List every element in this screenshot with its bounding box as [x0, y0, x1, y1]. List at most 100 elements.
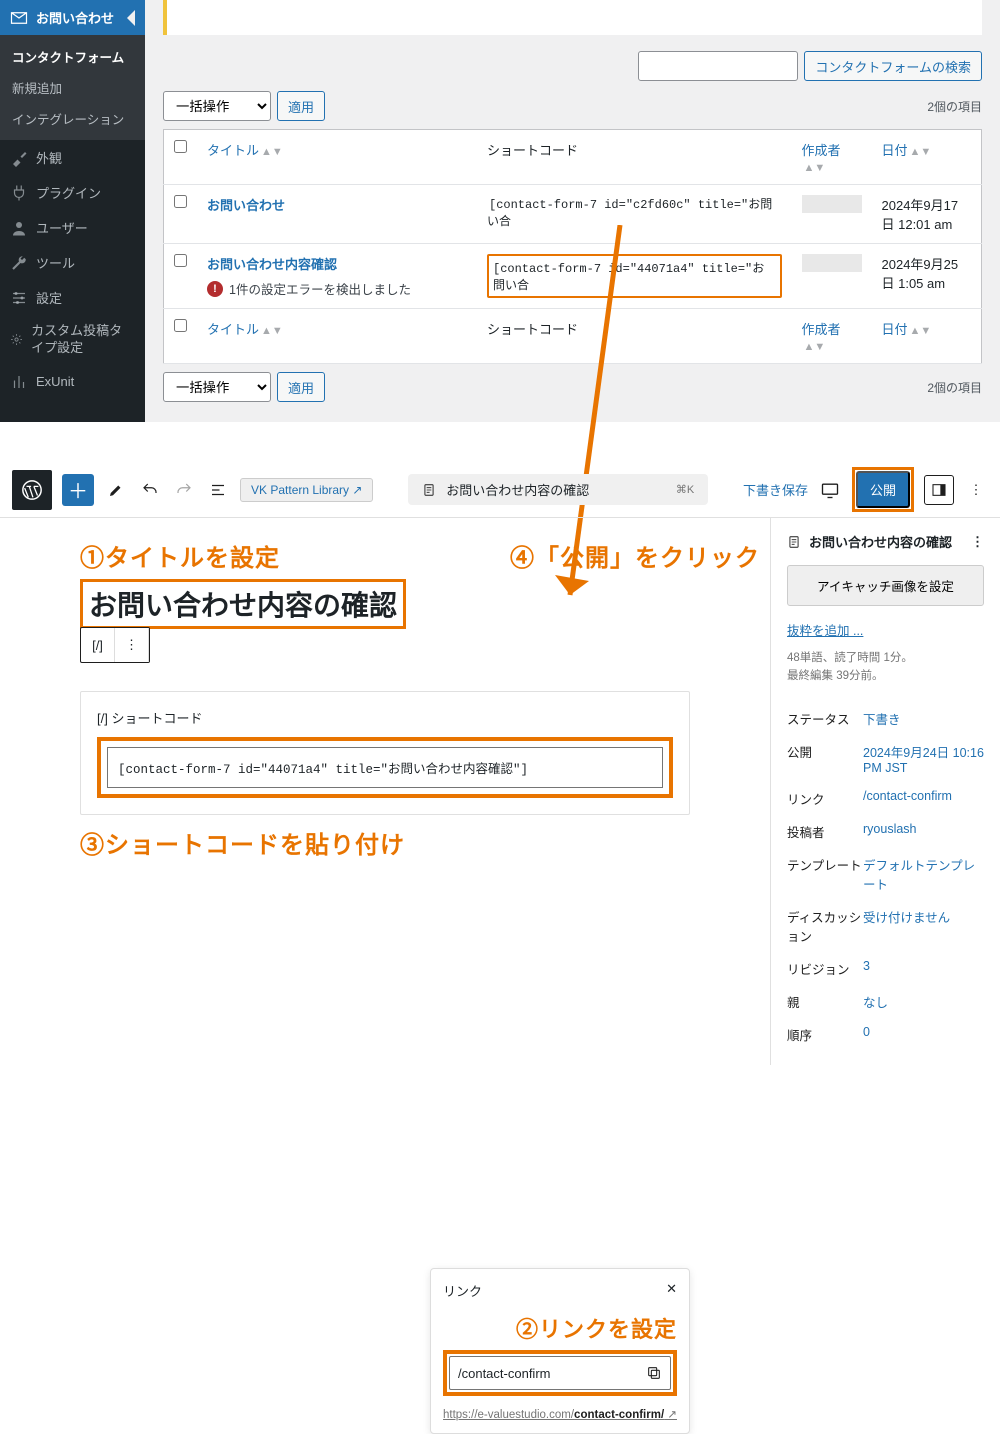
col-date[interactable]: 日付▲▼	[882, 143, 932, 158]
submenu-integration[interactable]: インテグレーション	[0, 103, 145, 134]
link-input[interactable]: /contact-confirm	[449, 1356, 671, 1390]
active-arrow-icon	[127, 10, 135, 26]
meta-value[interactable]: 3	[863, 959, 984, 978]
sidebar-item-users[interactable]: ユーザー	[0, 210, 145, 245]
block-icon[interactable]: [/]	[81, 628, 115, 662]
config-error: !1件の設定エラーを検出しました	[207, 279, 467, 298]
meta-row: 投稿者ryouslash	[787, 815, 984, 848]
sidebar-toggle-button[interactable]	[924, 475, 954, 505]
sidebar-label: お問い合わせ	[36, 8, 114, 27]
document-outline-icon[interactable]	[206, 478, 230, 502]
block-toolbar[interactable]: [/] ⋮	[80, 627, 150, 663]
word-count-text: 48単語、読了時間 1分。 最終編集 39分前。	[787, 649, 984, 686]
meta-value[interactable]: 下書き	[863, 709, 984, 728]
link-popover: リンク✕ ②リンクを設定 /contact-confirm https://e-…	[430, 1268, 690, 1434]
shortcode-text[interactable]: [contact-form-7 id="c2fd60c" title="お問い合	[487, 196, 772, 231]
copy-icon[interactable]	[646, 1365, 662, 1381]
plug-icon	[10, 184, 28, 202]
edit-tool-icon[interactable]	[104, 478, 128, 502]
apply-button[interactable]: 適用	[277, 91, 325, 121]
document-title: お問い合わせ内容の確認	[446, 480, 589, 499]
shortcode-textarea[interactable]: [contact-form-7 id="44071a4" title="お問い合…	[107, 747, 663, 788]
meta-value[interactable]: なし	[863, 992, 984, 1011]
more-icon[interactable]: ⋮	[971, 534, 984, 550]
sidebar-label: 外観	[36, 148, 62, 167]
col-date[interactable]: 日付▲▼	[882, 322, 932, 337]
meta-key: 公開	[787, 742, 863, 775]
publish-button[interactable]: 公開	[856, 471, 910, 508]
sidebar-item-settings[interactable]: 設定	[0, 280, 145, 315]
meta-row: リビジョン3	[787, 952, 984, 985]
meta-value[interactable]: /contact-confirm	[863, 789, 984, 808]
apply-button[interactable]: 適用	[277, 372, 325, 402]
block-editor: ＋ VK Pattern Library ↗ お問い合わせ内容の確認 ⌘K 下書…	[0, 462, 1000, 1065]
sort-icon: ▲▼	[261, 146, 283, 158]
featured-image-button[interactable]: アイキャッチ画像を設定	[787, 565, 984, 606]
row-checkbox[interactable]	[174, 254, 187, 267]
add-excerpt-link[interactable]: 抜粋を追加 ...	[787, 624, 863, 638]
row-title-link[interactable]: お問い合わせ	[207, 198, 285, 213]
wordpress-icon	[21, 479, 43, 501]
sidebar-item-cpt[interactable]: カスタム投稿タイプ設定	[0, 315, 145, 365]
vk-pattern-library-button[interactable]: VK Pattern Library ↗	[240, 478, 373, 502]
meta-row: リンク/contact-confirm	[787, 782, 984, 815]
preview-icon[interactable]	[818, 478, 842, 502]
brush-icon	[10, 149, 28, 167]
row-title-link[interactable]: お問い合わせ内容確認	[207, 257, 337, 272]
meta-value[interactable]: 受け付けません	[863, 907, 984, 945]
meta-key: ステータス	[787, 709, 863, 728]
link-preview-url[interactable]: https://e-valuestudio.com/contact-confir…	[443, 1409, 677, 1421]
more-options-icon[interactable]: ⋮	[964, 478, 988, 502]
save-draft-link[interactable]: 下書き保存	[743, 480, 808, 499]
meta-value[interactable]: 0	[863, 1025, 984, 1044]
list-content: コンタクトフォームの検索 一括操作 適用 2個の項目 タイトル▲▼ ショートコー…	[145, 0, 1000, 422]
sidebar-item-exunit[interactable]: ExUnit	[0, 365, 145, 399]
error-text: 1件の設定エラーを検出しました	[229, 279, 411, 298]
row-checkbox[interactable]	[174, 195, 187, 208]
meta-value[interactable]: デフォルトテンプレート	[863, 855, 984, 893]
bulk-action-select[interactable]: 一括操作	[163, 91, 271, 121]
sliders-icon	[10, 289, 28, 307]
bulk-action-select[interactable]: 一括操作	[163, 372, 271, 402]
shortcode-block: [/] ショートコード [contact-form-7 id="44071a4"…	[80, 691, 690, 815]
wp-logo[interactable]	[12, 470, 52, 510]
document-title-bar[interactable]: お問い合わせ内容の確認 ⌘K	[408, 474, 708, 505]
select-all-checkbox[interactable]	[174, 140, 187, 153]
search-button[interactable]: コンタクトフォームの検索	[804, 51, 982, 81]
sidebar-item-contact[interactable]: お問い合わせ	[0, 0, 145, 35]
admin-sidebar: お問い合わせ コンタクトフォーム 新規追加 インテグレーション 外観 プラグイン…	[0, 0, 145, 422]
page-title-input-highlighted[interactable]: お問い合わせ内容の確認	[80, 579, 406, 629]
page-icon	[787, 535, 801, 549]
sidebar-label: ツール	[36, 253, 75, 272]
meta-value[interactable]: 2024年9月24日 10:16 PM JST	[863, 742, 984, 775]
close-icon[interactable]: ✕	[666, 1281, 677, 1300]
meta-key: ディスカッション	[787, 907, 863, 945]
sidebar-label: カスタム投稿タイプ設定	[31, 323, 135, 357]
undo-icon[interactable]	[138, 478, 162, 502]
submenu-add-new[interactable]: 新規追加	[0, 72, 145, 103]
meta-value[interactable]: ryouslash	[863, 822, 984, 841]
submenu-contact-forms[interactable]: コンタクトフォーム	[0, 41, 145, 72]
col-author[interactable]: 作成者▲▼	[802, 322, 841, 353]
author-redacted	[802, 195, 862, 213]
col-title[interactable]: タイトル▲▼	[207, 143, 283, 158]
meta-key: 投稿者	[787, 822, 863, 841]
editor-canvas: ①タイトルを設定 ④「公開」をクリック お問い合わせ内容の確認 [/] ⋮ [/…	[0, 518, 770, 1065]
search-input[interactable]	[638, 51, 798, 81]
meta-key: テンプレート	[787, 855, 863, 893]
sidebar-item-appearance[interactable]: 外観	[0, 140, 145, 175]
block-more-icon[interactable]: ⋮	[115, 628, 149, 662]
col-title[interactable]: タイトル▲▼	[207, 322, 283, 337]
redo-icon[interactable]	[172, 478, 196, 502]
select-all-checkbox[interactable]	[174, 319, 187, 332]
link-popover-title: リンク	[443, 1281, 482, 1300]
col-author[interactable]: 作成者▲▼	[802, 143, 841, 174]
add-block-button[interactable]: ＋	[62, 474, 94, 506]
sidebar-item-tools[interactable]: ツール	[0, 245, 145, 280]
meta-row: 親なし	[787, 985, 984, 1018]
link-input-highlight: /contact-confirm	[443, 1350, 677, 1396]
shortcode-text-highlighted[interactable]: [contact-form-7 id="44071a4" title="お問い合	[487, 254, 782, 298]
meta-key: リビジョン	[787, 959, 863, 978]
sidebar-item-plugins[interactable]: プラグイン	[0, 175, 145, 210]
row-date: 2024年9月25日 1:05 am	[872, 244, 982, 309]
